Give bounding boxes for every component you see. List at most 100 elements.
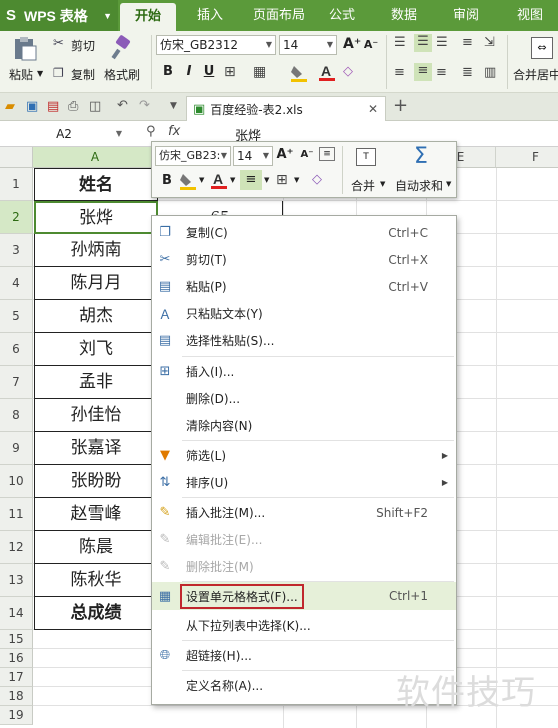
close-icon[interactable]: ✕ [368,102,378,116]
mini-decrease-font-icon[interactable]: A⁻ [298,149,316,160]
cell-a9[interactable]: 张嘉译 [34,432,158,465]
mini-merge-icon[interactable]: T [356,148,376,166]
tab-data[interactable]: 数据 [384,0,424,31]
row-header[interactable]: 3 [0,234,33,267]
cell-a1[interactable]: 姓名 [34,168,158,201]
menu-item-paste[interactable]: ▤ 粘贴(P) Ctrl+V [152,273,456,300]
fill-color-icon[interactable] [290,63,308,83]
format-painter-button[interactable]: 格式刷 [104,66,140,83]
cell-a4[interactable]: 陈月月 [34,267,158,300]
mini-format-painter-icon[interactable]: ◇ [312,172,322,187]
cell-a6[interactable]: 刘飞 [34,333,158,366]
cell-a5[interactable]: 胡杰 [34,300,158,333]
mini-bold-button[interactable]: B [158,173,176,188]
cell-a12[interactable]: 陈晨 [34,531,158,564]
chevron-down-icon[interactable]: ▼ [230,176,235,184]
autosum-icon[interactable]: Σ [414,144,428,169]
chevron-down-icon[interactable]: ▼ [264,176,269,184]
menu-item-paste-text[interactable]: Ａ 只粘贴文本(Y) [152,300,456,327]
align-bottom-icon[interactable]: ☰ [436,35,448,50]
name-box[interactable]: A2 ▼ [4,124,124,144]
borders-icon[interactable]: ⊞ [224,64,236,80]
menu-item-insert-comment[interactable]: ✎ 插入批注(M)... Shift+F2 [152,499,456,526]
row-header[interactable]: 6 [0,333,33,366]
chevron-down-icon[interactable]: ▼ [37,69,43,78]
redo-icon[interactable]: ↷ [139,98,150,113]
decrease-font-icon[interactable]: A⁻ [362,38,380,51]
export-pdf-icon[interactable]: ▤ [47,99,59,114]
zoom-search-icon[interactable]: ⚲ [146,124,156,139]
tab-view[interactable]: 视图 [510,0,550,31]
menu-item-sort[interactable]: ⇅ 排序(U) ▶ [152,469,456,496]
row-header[interactable]: 11 [0,498,33,531]
chevron-down-icon[interactable]: ▼ [199,176,204,184]
distributed-icon[interactable]: ▥ [484,65,496,80]
font-color-icon[interactable]: A [318,62,336,83]
tab-insert[interactable]: 插入 [185,0,235,31]
italic-button[interactable]: I [180,64,198,79]
cell-a13[interactable]: 陈秋华 [34,564,158,597]
cell-a8[interactable]: 孙佳怡 [34,399,158,432]
menu-item-delete[interactable]: 删除(D)... [152,385,456,412]
merge-center-button[interactable]: 合并居中 [513,66,558,83]
cell-style-icon[interactable]: ▦ [253,64,266,80]
row-header[interactable]: 15 [0,630,33,649]
mini-font-size-select[interactable]: 14 ▼ [233,146,273,166]
column-header-a[interactable]: A [33,147,158,168]
clear-format-icon[interactable]: ◇ [343,64,353,79]
tab-review[interactable]: 审阅 [446,0,486,31]
row-header[interactable]: 18 [0,687,33,706]
row-header[interactable]: 19 [0,706,33,725]
align-middle-icon[interactable]: ☰ [414,34,432,52]
row-header[interactable]: 12 [0,531,33,564]
cell-a2-selected[interactable]: 张烨 [34,201,158,234]
underline-button[interactable]: U [200,64,218,79]
new-tab-icon[interactable]: + [393,95,408,116]
cell-a7[interactable]: 孟非 [34,366,158,399]
merge-center-icon[interactable]: ⇔ [531,37,553,59]
menu-item-copy[interactable]: ❐ 复制(C) Ctrl+C [152,219,456,246]
menu-item-format-cells[interactable]: ▦ 设置单元格格式(F)... Ctrl+1 [152,582,456,610]
tab-home[interactable]: 开始 [120,3,176,31]
menu-item-delete-comment[interactable]: ✎ 删除批注(M) [152,553,456,580]
mini-font-color-icon[interactable]: A [210,170,228,191]
row-header[interactable]: 13 [0,564,33,597]
chevron-down-icon[interactable]: ▼ [294,176,299,184]
align-top-icon[interactable]: ☰ [394,35,406,50]
menu-item-insert[interactable]: ⊞ 插入(I)... [152,358,456,385]
row-header[interactable]: 4 [0,267,33,300]
mini-merge-button[interactable]: 合并 [351,177,375,194]
quick-access-dropdown-icon[interactable]: ▼ [170,101,177,111]
tab-formulas[interactable]: 公式 [322,0,362,31]
print-icon[interactable]: ⎙ [68,99,78,114]
row-header[interactable]: 8 [0,399,33,432]
document-tab[interactable]: ▣ 百度经验-表2.xls ✕ [186,96,386,121]
row-header[interactable]: 17 [0,668,33,687]
mini-wrap-icon[interactable]: ≡ [319,147,335,161]
copy-button[interactable]: 复制 [71,66,95,83]
align-center-icon[interactable]: ≡ [414,63,432,81]
paste-icon[interactable] [12,35,38,61]
cell-a14[interactable]: 总成绩 [34,597,158,630]
chevron-down-icon[interactable]: ▼ [446,180,451,188]
cell-a3[interactable]: 孙炳南 [34,234,158,267]
row-header[interactable]: 10 [0,465,33,498]
font-name-select[interactable]: 仿宋_GB2312 ▼ [156,35,276,55]
mini-increase-font-icon[interactable]: A⁺ [276,147,294,162]
menu-item-pick-from-list[interactable]: 从下拉列表中选择(K)... [152,612,456,639]
mini-font-name-select[interactable]: 仿宋_GB23: ▼ [155,146,231,166]
row-header[interactable]: 9 [0,432,33,465]
insert-function-button[interactable]: fx [168,124,180,139]
select-all-corner[interactable] [0,147,33,168]
text-direction-icon[interactable]: ≡ [462,35,473,50]
mini-autosum-button[interactable]: 自动求和 [395,177,443,194]
justify-icon[interactable]: ≣ [462,65,473,80]
cell-a11[interactable]: 赵雪峰 [34,498,158,531]
row-header[interactable]: 7 [0,366,33,399]
menu-item-clear-contents[interactable]: 清除内容(N) [152,412,456,439]
save-icon[interactable]: ▣ [26,99,38,114]
menu-item-cut[interactable]: ✂ 剪切(T) Ctrl+X [152,246,456,273]
chevron-down-icon[interactable]: ▼ [380,180,385,188]
bold-button[interactable]: B [159,64,177,79]
paste-button[interactable]: 粘贴 [9,66,33,83]
